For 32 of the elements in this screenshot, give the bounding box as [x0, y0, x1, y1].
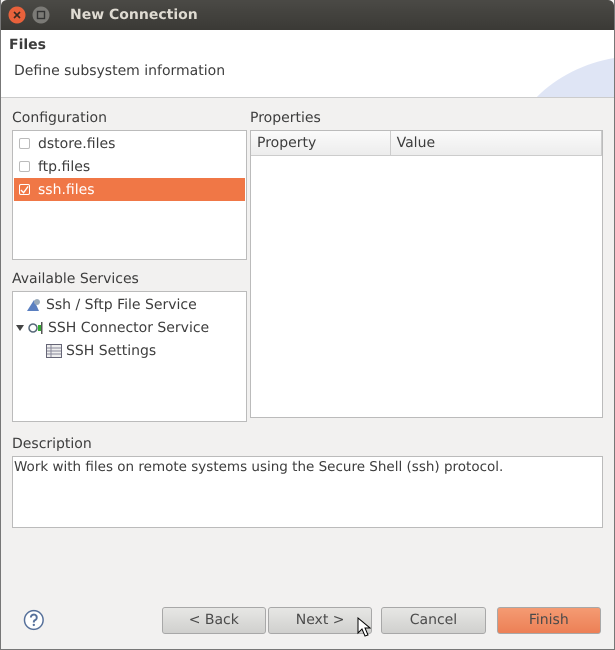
tree-item[interactable]: SSH Settings — [66, 342, 156, 358]
table-icon — [46, 344, 62, 358]
item-label: dstore.files — [38, 136, 116, 152]
connector-icon — [28, 320, 44, 334]
page-description: Define subsystem information — [14, 63, 226, 79]
page-title: Files — [9, 37, 47, 53]
pointer-icon — [357, 617, 371, 637]
dialog-button[interactable]: < Back — [162, 606, 266, 634]
checkbox[interactable] — [19, 138, 30, 149]
window-title: New Connection — [70, 7, 198, 23]
description-text: Work with files on remote systems using the Secure Shell (ssh) protocol. — [14, 459, 504, 475]
column-header[interactable]: Property — [251, 131, 391, 155]
list-item[interactable]: dstore.files — [14, 132, 245, 155]
column-header[interactable]: Value — [390, 131, 602, 155]
help-icon[interactable] — [23, 609, 45, 631]
list-item[interactable]: ftp.files — [14, 155, 245, 178]
dialog-button[interactable]: Next > — [268, 606, 372, 634]
dialog-button[interactable]: Finish — [496, 606, 601, 634]
maximize-icon[interactable] — [32, 6, 50, 24]
tree-item[interactable]: SSH Connector Service — [48, 320, 210, 336]
service-icon — [26, 298, 42, 312]
tree-item[interactable]: Ssh / Sftp File Service — [46, 296, 197, 312]
item-label: ssh.files — [38, 182, 95, 198]
checkbox[interactable] — [19, 161, 30, 172]
close-icon[interactable] — [8, 6, 26, 24]
section-label: Available Services — [12, 270, 140, 289]
dialog-button[interactable]: Cancel — [381, 606, 486, 634]
section-label: Description — [12, 435, 93, 454]
section-label: Properties — [250, 109, 322, 128]
item-label: ftp.files — [38, 158, 90, 174]
section-label: Configuration — [12, 109, 108, 128]
expander-icon[interactable] — [16, 324, 24, 332]
